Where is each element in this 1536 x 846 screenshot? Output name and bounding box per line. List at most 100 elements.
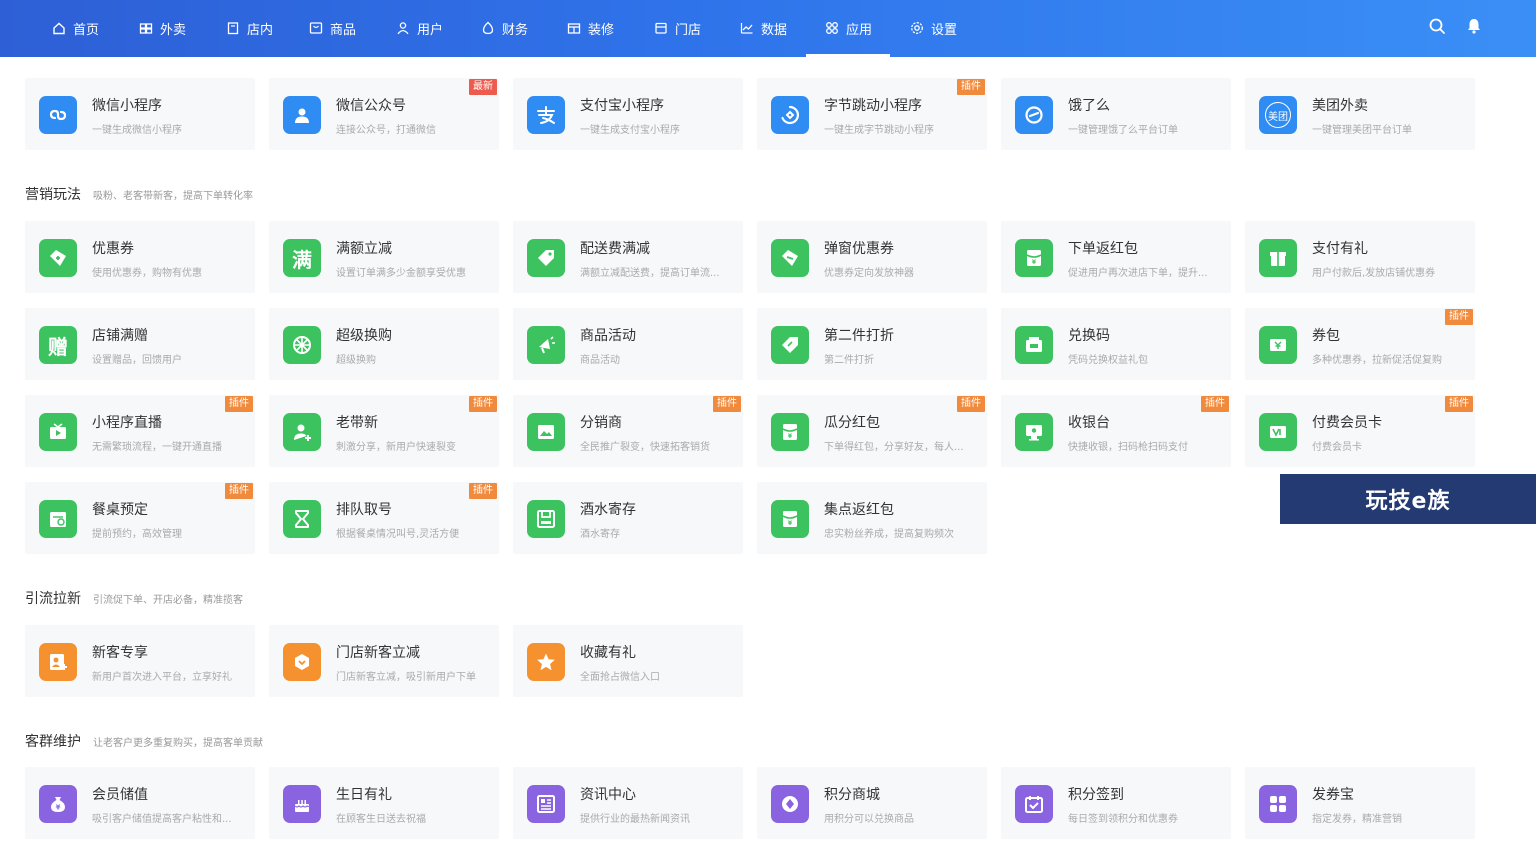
app-card-desc: 新用户首次进入平台，立享好礼 xyxy=(92,672,232,683)
hourglass-icon xyxy=(283,500,321,538)
stored-value-icon: ¥ xyxy=(39,785,77,823)
icon-glyph-text: 美团 xyxy=(1265,102,1291,128)
app-card-title: 配送费满减 xyxy=(580,241,650,257)
app-card[interactable]: 酒水寄存 酒水寄存 xyxy=(513,482,743,554)
app-card[interactable]: 微信公众号连接公众号，打通微信 最新 xyxy=(269,78,499,150)
app-card[interactable]: 微信小程序 一键生成微信小程序 xyxy=(25,78,255,150)
gear-icon xyxy=(910,21,924,35)
app-card[interactable]: 超级换购 超级换购 xyxy=(269,308,499,380)
nav-active-indicator xyxy=(806,54,890,57)
app-card-desc: 指定发券，精准营销 xyxy=(1312,814,1402,825)
app-card[interactable]: 收银台 快捷收银，扫码枪扫码支付 插件 xyxy=(1001,395,1231,467)
nav-item-label: 外卖 xyxy=(160,22,187,38)
app-card[interactable]: ¥ 集点返红包 忠实粉丝养成，提高复购频次 xyxy=(757,482,987,554)
decorate-icon xyxy=(567,21,581,35)
nav-item-8[interactable]: 数据 xyxy=(740,18,787,38)
invite-icon xyxy=(283,413,321,451)
app-card-title: 超级换购 xyxy=(336,328,392,344)
app-card-badge: 插件 xyxy=(469,396,497,412)
app-card-title: 瓜分红包 xyxy=(824,415,880,431)
app-card[interactable]: 配送费满减 满额立减配送费，提高订单流... xyxy=(513,221,743,293)
search-icon[interactable] xyxy=(1428,17,1446,35)
app-card-title: 弹窗优惠券 xyxy=(824,241,894,257)
app-card-badge: 插件 xyxy=(1445,396,1473,412)
app-card-title: 积分签到 xyxy=(1068,787,1124,803)
app-card-desc: 提前预约，高效管理 xyxy=(92,529,182,540)
app-card-badge: 最新 xyxy=(469,79,497,95)
app-card[interactable]: 兑换码 凭码兑换权益礼包 xyxy=(1001,308,1231,380)
app-card-title: 下单返红包 xyxy=(1068,241,1138,257)
nav-item-label: 店内 xyxy=(247,22,274,38)
goods-icon xyxy=(309,21,323,35)
app-card-desc: 多种优惠券，拉新促活促复购 xyxy=(1312,355,1442,366)
app-card-desc: 一键管理美团平台订单 xyxy=(1312,125,1412,136)
app-card-desc: 连接公众号，打通微信 xyxy=(336,125,436,136)
app-card-title: 新客专享 xyxy=(92,645,148,661)
nav-item-3[interactable]: 商品 xyxy=(309,18,356,38)
app-card[interactable]: 赠 店铺满赠 设置赠品，回馈用户 xyxy=(25,308,255,380)
app-card[interactable]: 餐桌预定 提前预约，高效管理 插件 xyxy=(25,482,255,554)
app-card[interactable]: ¥ 瓜分红包 下单得红包，分享好友，每人... 插件 xyxy=(757,395,987,467)
section-subtitle: 吸粉、老客带新客，提高下单转化率 xyxy=(93,191,253,202)
app-card-title: 满额立减 xyxy=(336,241,392,257)
app-card-title: 第二件打折 xyxy=(824,328,894,344)
alipay-icon xyxy=(527,96,565,134)
app-card[interactable]: 发券宝 指定发券，精准营销 xyxy=(1245,767,1475,839)
app-card[interactable]: 门店新客立减 门店新客立减，吸引新用户下单 xyxy=(269,625,499,697)
app-card[interactable]: 满 满额立减 设置订单满多少金额享受优惠 xyxy=(269,221,499,293)
nav-item-9[interactable]: 应用 xyxy=(825,18,872,38)
app-card[interactable]: 优惠券 使用优惠券，购物有优惠 xyxy=(25,221,255,293)
app-card[interactable]: 排队取号 根据餐桌情况叫号,灵活方便 插件 xyxy=(269,482,499,554)
app-card-title: 门店新客立减 xyxy=(336,645,420,661)
app-card-desc: 全面抢占微信入口 xyxy=(580,672,660,683)
split-redpacket-icon: ¥ xyxy=(771,413,809,451)
app-card-desc: 使用优惠券，购物有优惠 xyxy=(92,268,202,279)
app-card-desc: 一键生成支付宝小程序 xyxy=(580,125,680,136)
app-card[interactable]: 饿了么 一键管理饿了么平台订单 xyxy=(1001,78,1231,150)
app-card[interactable]: ¥ 会员储值 吸引客户储值提高客户粘性和... xyxy=(25,767,255,839)
app-card[interactable]: 字节跳动小程序 一键生成字节跳动小程序 插件 xyxy=(757,78,987,150)
eleme-icon xyxy=(1015,96,1053,134)
app-card[interactable]: 新客专享新用户首次进入平台，立享好礼 xyxy=(25,625,255,697)
top-navbar: 首页 外卖 店内 商品 用户 财务 装修 门店 数据 应用 设置 xyxy=(0,0,1536,57)
section-title-text: 客群维护 xyxy=(25,734,81,750)
app-card-desc: 超级换购 xyxy=(336,355,376,366)
watermark-logo: 玩技e族 xyxy=(1280,474,1536,524)
nav-item-6[interactable]: 装修 xyxy=(567,18,614,38)
app-card[interactable]: 付费会员卡 付费会员卡 插件 xyxy=(1245,395,1475,467)
nav-item-7[interactable]: 门店 xyxy=(654,18,701,38)
app-card[interactable]: 第二件打折 第二件打折 xyxy=(757,308,987,380)
app-card-badge: 插件 xyxy=(225,396,253,412)
app-card[interactable]: 分销商 全民推广裂变，快速拓客销货 插件 xyxy=(513,395,743,467)
app-card[interactable]: 生日有礼 在顾客生日送去祝福 xyxy=(269,767,499,839)
app-card[interactable]: 老带新 刺激分享，新用户快速裂变 插件 xyxy=(269,395,499,467)
nav-item-0[interactable]: 首页 xyxy=(52,18,99,38)
nav-item-10[interactable]: 设置 xyxy=(910,18,957,38)
app-card[interactable]: 支付宝小程序 一键生成支付宝小程序 xyxy=(513,78,743,150)
nav-item-2[interactable]: 店内 xyxy=(226,18,273,38)
app-card-title: 酒水寄存 xyxy=(580,502,636,518)
app-card[interactable]: 小程序直播 无需繁琐流程，一键开通直播 插件 xyxy=(25,395,255,467)
bell-icon[interactable] xyxy=(1465,17,1483,35)
wechat-miniapp-icon xyxy=(39,96,77,134)
nav-item-1[interactable]: 外卖 xyxy=(139,18,186,38)
app-card-title: 会员储值 xyxy=(92,787,148,803)
app-card-title: 微信公众号 xyxy=(336,98,406,114)
nav-item-5[interactable]: 财务 xyxy=(481,18,528,38)
app-card-title: 排队取号 xyxy=(336,502,392,518)
app-card[interactable]: 商品活动 商品活动 xyxy=(513,308,743,380)
app-card[interactable]: 弹窗优惠券 优惠券定向发放神器 xyxy=(757,221,987,293)
nav-item-4[interactable]: 用户 xyxy=(396,18,443,38)
app-card[interactable]: 资讯中心 提供行业的最热新闻资讯 xyxy=(513,767,743,839)
app-card[interactable]: 美团 美团外卖 一键管理美团平台订单 xyxy=(1245,78,1475,150)
app-card[interactable]: 券包 多种优惠券，拉新促活促复购 插件 xyxy=(1245,308,1475,380)
app-card[interactable]: 积分签到 每日签到领积分和优惠券 xyxy=(1001,767,1231,839)
coupon-icon xyxy=(39,239,77,277)
user-icon xyxy=(396,21,410,35)
app-card-desc: 无需繁琐流程，一键开通直播 xyxy=(92,442,222,453)
app-card[interactable]: 积分商城 用积分可以兑换商品 xyxy=(757,767,987,839)
app-card-desc: 刺激分享，新用户快速裂变 xyxy=(336,442,456,453)
app-card[interactable]: ¥ 下单返红包 促进用户再次进店下单，提升... xyxy=(1001,221,1231,293)
app-card[interactable]: 支付有礼 用户付款后,发放店铺优惠券 xyxy=(1245,221,1475,293)
app-card[interactable]: 收藏有礼 全面抢占微信入口 xyxy=(513,625,743,697)
